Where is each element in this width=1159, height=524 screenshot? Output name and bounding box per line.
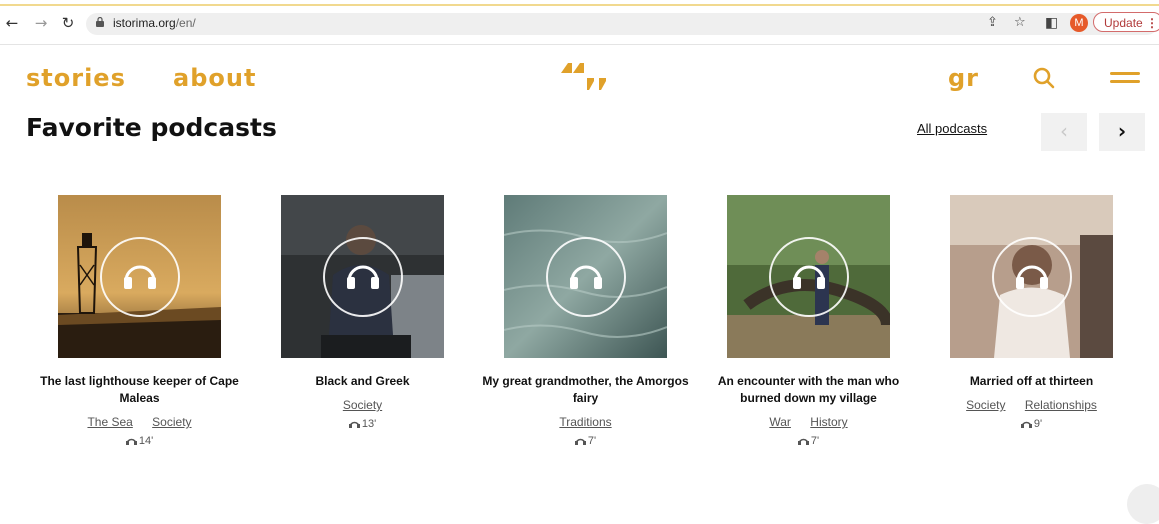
tag-link[interactable]: Society xyxy=(966,398,1005,412)
duration-text: 13' xyxy=(361,418,377,430)
headphones-play-button[interactable] xyxy=(100,237,180,317)
url-host: istorima.org xyxy=(113,16,176,30)
headphones-icon xyxy=(347,265,379,289)
headphones-icon xyxy=(1016,265,1048,289)
podcast-thumbnail-black-and-greek[interactable] xyxy=(281,195,444,358)
duration-label: 9' xyxy=(920,418,1143,430)
more-icon: ⋮ xyxy=(1146,16,1159,30)
headphones-icon xyxy=(570,265,602,289)
headphones-play-button[interactable] xyxy=(992,237,1072,317)
share-icon[interactable]: ⇪ xyxy=(987,16,998,30)
headphones-icon xyxy=(793,265,825,289)
istorima-logo-icon[interactable] xyxy=(559,61,613,91)
tag-link[interactable]: Traditions xyxy=(559,415,611,429)
search-icon[interactable] xyxy=(1032,66,1056,90)
podcast-title[interactable]: My great grandmother, the Amorgos fairy xyxy=(474,373,697,407)
all-podcasts-link[interactable]: All podcasts xyxy=(917,121,987,136)
nav-stories-link[interactable]: stories xyxy=(26,64,126,92)
podcast-card[interactable]: My great grandmother, the Amorgos fairy … xyxy=(474,195,697,447)
headphones-icon xyxy=(348,421,360,428)
duration-label: 7' xyxy=(474,435,697,447)
tag-link[interactable]: Relationships xyxy=(1025,398,1097,412)
podcast-card[interactable]: Black and Greek Society 13' xyxy=(251,195,474,430)
avatar[interactable]: M xyxy=(1070,14,1088,32)
headphones-icon xyxy=(125,438,137,445)
bookmark-star-icon[interactable]: ☆ xyxy=(1014,16,1026,30)
headphones-play-button[interactable] xyxy=(546,237,626,317)
headphones-icon xyxy=(797,438,809,445)
tag-list: The Sea Society xyxy=(28,415,251,429)
address-bar[interactable]: istorima.org/en/ ⇪ ☆ xyxy=(86,13,1158,35)
tag-link[interactable]: History xyxy=(810,415,847,429)
tag-link[interactable]: Society xyxy=(152,415,191,429)
tag-list: Society Relationships xyxy=(920,398,1143,412)
browser-toolbar: ← → ↻ istorima.org/en/ ⇪ ☆ ◧ M Update ⋮ xyxy=(0,0,1159,45)
side-panel-icon[interactable]: ◧ xyxy=(1045,16,1058,30)
tag-link[interactable]: War xyxy=(769,415,791,429)
floating-widget[interactable] xyxy=(1127,484,1159,524)
podcast-card[interactable]: An encounter with the man who burned dow… xyxy=(697,195,920,447)
reload-icon[interactable]: ↻ xyxy=(60,15,76,31)
podcast-title[interactable]: Black and Greek xyxy=(251,373,474,390)
forward-icon[interactable]: → xyxy=(33,15,49,31)
headphones-play-button[interactable] xyxy=(323,237,403,317)
podcast-title[interactable]: The last lighthouse keeper of Cape Malea… xyxy=(28,373,251,407)
podcast-thumbnail-amorgos-fairy[interactable] xyxy=(504,195,667,358)
podcast-card[interactable]: Married off at thirteen Society Relation… xyxy=(920,195,1143,430)
tag-link[interactable]: Society xyxy=(343,398,382,412)
duration-text: 9' xyxy=(1033,418,1043,430)
duration-text: 7' xyxy=(810,435,820,447)
update-label: Update xyxy=(1104,16,1143,30)
headphones-icon xyxy=(574,438,586,445)
podcast-thumbnail-lighthouse[interactable] xyxy=(58,195,221,358)
duration-label: 7' xyxy=(697,435,920,447)
tag-link[interactable]: The Sea xyxy=(87,415,132,429)
tag-list: Traditions xyxy=(474,415,697,429)
headphones-icon xyxy=(124,265,156,289)
back-icon[interactable]: ← xyxy=(4,15,20,31)
tag-list: Society xyxy=(251,398,474,412)
duration-text: 7' xyxy=(587,435,597,447)
section-title: Favorite podcasts xyxy=(26,113,277,142)
duration-text: 14' xyxy=(138,435,154,447)
hamburger-menu-icon[interactable] xyxy=(1110,72,1140,86)
chevron-right-icon: › xyxy=(1117,119,1127,143)
duration-label: 14' xyxy=(28,435,251,447)
podcast-title[interactable]: Married off at thirteen xyxy=(920,373,1143,390)
duration-label: 13' xyxy=(251,418,474,430)
url-path: /en/ xyxy=(175,16,196,30)
tab-strip-edge xyxy=(0,0,1159,6)
update-button[interactable]: Update ⋮ xyxy=(1093,12,1159,32)
podcast-card[interactable]: The last lighthouse keeper of Cape Malea… xyxy=(28,195,251,447)
headphones-icon xyxy=(1020,421,1032,428)
language-switch-link[interactable]: gr xyxy=(948,64,979,92)
tag-list: War History xyxy=(697,415,920,429)
podcast-thumbnail-married-off[interactable] xyxy=(950,195,1113,358)
headphones-play-button[interactable] xyxy=(769,237,849,317)
chevron-left-icon: ‹ xyxy=(1060,119,1068,143)
nav-about-link[interactable]: about xyxy=(173,64,256,92)
carousel-prev-button[interactable]: ‹ xyxy=(1041,113,1087,151)
lock-icon xyxy=(96,17,104,27)
podcast-thumbnail-burned-village[interactable] xyxy=(727,195,890,358)
carousel-next-button[interactable]: › xyxy=(1099,113,1145,151)
url-text: istorima.org/en/ xyxy=(113,16,196,30)
podcast-title[interactable]: An encounter with the man who burned dow… xyxy=(697,373,920,407)
